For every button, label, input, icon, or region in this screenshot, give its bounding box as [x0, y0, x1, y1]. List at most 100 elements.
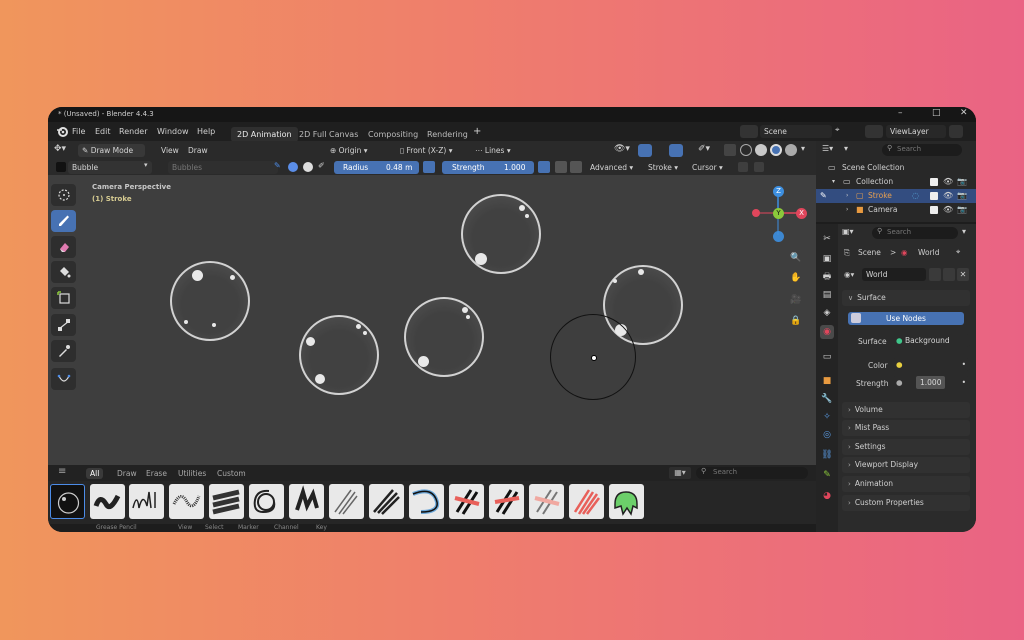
shelf-tab-erase[interactable]: Erase — [146, 469, 167, 478]
rendered-shading-icon[interactable] — [785, 144, 797, 156]
pan-hand-icon[interactable]: ✋ — [787, 269, 805, 287]
settings-icon[interactable] — [754, 162, 764, 172]
gizmo-z-axis[interactable]: Z — [773, 186, 784, 197]
strength-pressure-icon[interactable] — [538, 161, 550, 173]
brush-thumbnail-fill-stroke[interactable] — [409, 484, 444, 519]
shelf-tab-all[interactable]: All — [86, 468, 104, 479]
solid-shading-icon[interactable] — [755, 144, 767, 156]
color-field[interactable]: ● • — [892, 358, 970, 371]
navigation-gizmo[interactable]: Z X Y — [748, 183, 808, 243]
visibility-icon[interactable]: 👁▾ — [614, 144, 630, 154]
refresh-icon[interactable] — [555, 161, 567, 173]
outliner-row-collection[interactable]: ▾ ▭ Collection 👁 📷 — [816, 175, 976, 189]
scene-properties-icon[interactable]: ◈ — [820, 306, 834, 320]
brush-thumbnail-eraser-soft[interactable] — [489, 484, 524, 519]
primitive-box-tool-icon[interactable] — [51, 287, 76, 309]
zoom-icon[interactable]: 🔍 — [787, 249, 805, 267]
surface-shader-selector[interactable]: ● Background — [892, 334, 970, 347]
brush-thumbnail-pen[interactable] — [129, 484, 164, 519]
eyedropper-icon[interactable]: ✐ — [318, 161, 325, 170]
render-camera-icon[interactable]: 📷 — [957, 175, 967, 189]
menu-window[interactable]: Window — [157, 127, 189, 136]
interpolate-tool-icon[interactable] — [51, 314, 76, 336]
shading-options-icon[interactable]: ▾ — [801, 144, 805, 153]
status-view[interactable]: View — [178, 524, 192, 531]
output-properties-icon[interactable]: 🖶 — [820, 270, 834, 284]
radius-slider[interactable]: Radius 0.48 m — [334, 161, 419, 174]
view-layer-properties-icon[interactable]: ▤ — [820, 288, 834, 302]
camera-view-icon[interactable]: 🎥 — [787, 291, 805, 309]
cursor-dropdown[interactable]: Cursor ▾ — [692, 161, 723, 174]
constraint-properties-icon[interactable]: ⛓ — [820, 448, 834, 462]
menu-file[interactable]: File — [72, 127, 85, 136]
color-mode-icon[interactable] — [303, 162, 313, 172]
stroke-checkbox[interactable] — [930, 192, 938, 200]
physics-properties-icon[interactable]: ◎ — [820, 428, 834, 442]
filter-icon[interactable]: ▾ — [844, 144, 848, 153]
brush-thumbnail-eraser-stroke[interactable] — [569, 484, 604, 519]
panel-custom-properties[interactable]: › Custom Properties — [842, 495, 970, 511]
menu-render[interactable]: Render — [119, 127, 147, 136]
stroke-placement-dropdown[interactable]: ⋯ Lines ▾ — [475, 144, 511, 157]
eyedropper-tool-icon[interactable] — [51, 340, 76, 362]
visual-effects-icon[interactable]: ✧ — [820, 410, 834, 424]
outliner-row-camera[interactable]: › ■ Camera 👁 📷 — [816, 203, 976, 217]
menu-view[interactable]: View — [161, 144, 179, 157]
mode-dropdown[interactable]: ✎ Draw Mode — [78, 144, 145, 157]
material-properties-icon[interactable]: ◕ — [820, 489, 834, 503]
editor-type-icon[interactable]: ✥▾ — [54, 144, 66, 154]
orientation-dropdown[interactable]: ▯ Front (X-Z) ▾ — [400, 144, 453, 157]
asset-search-field[interactable]: ⚲ Search — [696, 467, 808, 479]
minimize-button[interactable]: – — [898, 108, 903, 118]
panel-animation[interactable]: › Animation — [842, 476, 970, 492]
duplicate-world-icon[interactable] — [943, 268, 955, 281]
eye-icon[interactable]: 👁 — [943, 175, 953, 189]
status-grease-pencil[interactable]: Grease Pencil — [96, 524, 137, 531]
strength-slider[interactable]: Strength 1.000 — [442, 161, 534, 174]
world-name-field[interactable]: World — [862, 268, 926, 281]
strength-prop-field[interactable]: ● 1.000 • — [892, 376, 970, 389]
collection-properties-icon[interactable]: ▭ — [820, 350, 834, 364]
gizmo-neg-x[interactable] — [752, 209, 760, 217]
panel-settings[interactable]: › Settings — [842, 439, 970, 455]
menu-draw[interactable]: Draw — [188, 144, 208, 157]
brush-thumbnail-marker[interactable] — [209, 484, 244, 519]
shelf-tab-draw[interactable]: Draw — [117, 469, 137, 478]
outliner-row-stroke[interactable]: ✎ › ▢ Stroke ◌ 👁 📷 — [816, 189, 976, 203]
panel-surface[interactable]: ∨ Surface — [842, 290, 970, 306]
workspace-tab-2d-animation[interactable]: 2D Animation — [231, 127, 298, 142]
material-shading-icon[interactable] — [770, 144, 782, 156]
material-selector[interactable]: Bubbles — [168, 161, 278, 174]
collection-checkbox[interactable] — [930, 178, 938, 186]
shelf-tab-utilities[interactable]: Utilities — [178, 469, 206, 478]
view-layer-icon[interactable] — [865, 125, 883, 138]
layer-icon[interactable] — [738, 162, 748, 172]
shelf-tab-custom[interactable]: Custom — [217, 469, 246, 478]
fake-user-shield-icon[interactable] — [929, 268, 941, 281]
brush-thumbnail-bubble[interactable] — [50, 484, 85, 519]
gizmo-x-axis[interactable]: X — [796, 208, 807, 219]
properties-options-icon[interactable]: ▾ — [962, 227, 966, 236]
brush-selector[interactable]: Bubble — [68, 161, 152, 174]
status-key[interactable]: Key — [316, 524, 327, 531]
lock-icon[interactable]: 🔒 — [787, 312, 805, 330]
wireframe-shading-icon[interactable] — [740, 144, 752, 156]
properties-editor-icon[interactable]: ▣▾ — [842, 227, 854, 236]
status-channel[interactable]: Channel — [274, 524, 299, 531]
view-layer-selector[interactable]: ViewLayer — [886, 125, 946, 138]
gizmo-neg-z[interactable] — [773, 231, 784, 242]
overlay-toggle-icon[interactable] — [669, 144, 683, 157]
pin-icon[interactable]: ⌖ — [835, 125, 840, 135]
fill-tool-icon[interactable] — [51, 261, 76, 283]
status-select[interactable]: Select — [205, 524, 224, 531]
brush-thumbnail-crayon[interactable] — [369, 484, 404, 519]
pin-icon[interactable]: ⌖ — [956, 247, 960, 257]
new-view-layer-icon[interactable] — [949, 125, 963, 138]
cursor-tool-icon[interactable] — [51, 184, 76, 206]
world-properties-icon[interactable]: ◉ — [820, 325, 834, 339]
outliner-editor-icon[interactable]: ☰▾ — [822, 144, 833, 153]
outliner-search-field[interactable]: ⚲ Search — [882, 144, 962, 156]
tool-settings-icon[interactable]: ✐▾ — [698, 144, 710, 154]
object-properties-icon[interactable]: ■ — [820, 374, 834, 388]
radius-pressure-icon[interactable] — [423, 161, 435, 173]
